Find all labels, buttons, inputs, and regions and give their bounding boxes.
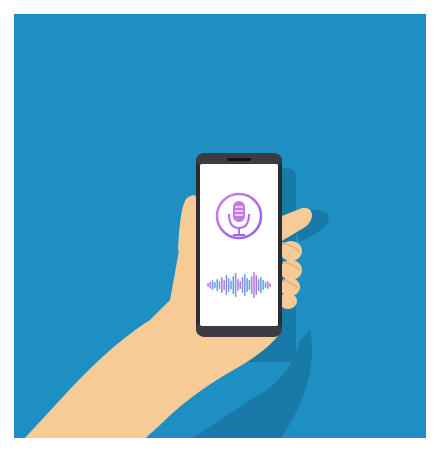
wave-bar bbox=[239, 281, 241, 289]
wave-bar bbox=[225, 275, 228, 295]
wave-bar bbox=[262, 280, 264, 290]
phone-screen bbox=[200, 164, 278, 326]
smartphone bbox=[196, 153, 282, 337]
wave-bar bbox=[260, 277, 262, 293]
wave-bar bbox=[232, 276, 235, 294]
wave-bar bbox=[255, 275, 258, 295]
wave-bar bbox=[237, 279, 239, 291]
wave-bar bbox=[266, 281, 269, 289]
wave-bar bbox=[257, 279, 260, 291]
wave-bar bbox=[234, 273, 237, 297]
wave-bar bbox=[248, 280, 251, 290]
wave-bar bbox=[209, 281, 212, 289]
wave-bar bbox=[218, 281, 221, 289]
wave-bar bbox=[253, 272, 255, 298]
wave-bar bbox=[214, 282, 216, 288]
wave-bar bbox=[264, 282, 267, 288]
wave-bar bbox=[269, 283, 271, 287]
wave-bar bbox=[250, 276, 253, 294]
wave-bar bbox=[220, 277, 223, 293]
wave-bar bbox=[211, 280, 214, 290]
illustration-canvas bbox=[14, 14, 426, 438]
wave-bar bbox=[246, 278, 248, 292]
wave-bar bbox=[223, 280, 225, 290]
wave-bar bbox=[216, 279, 218, 291]
wave-bar bbox=[230, 280, 232, 290]
wave-bar bbox=[243, 274, 246, 296]
wave-bar bbox=[241, 277, 244, 293]
wave-bar bbox=[227, 278, 230, 292]
phone-speaker bbox=[227, 158, 251, 161]
wave-bar bbox=[207, 283, 209, 287]
